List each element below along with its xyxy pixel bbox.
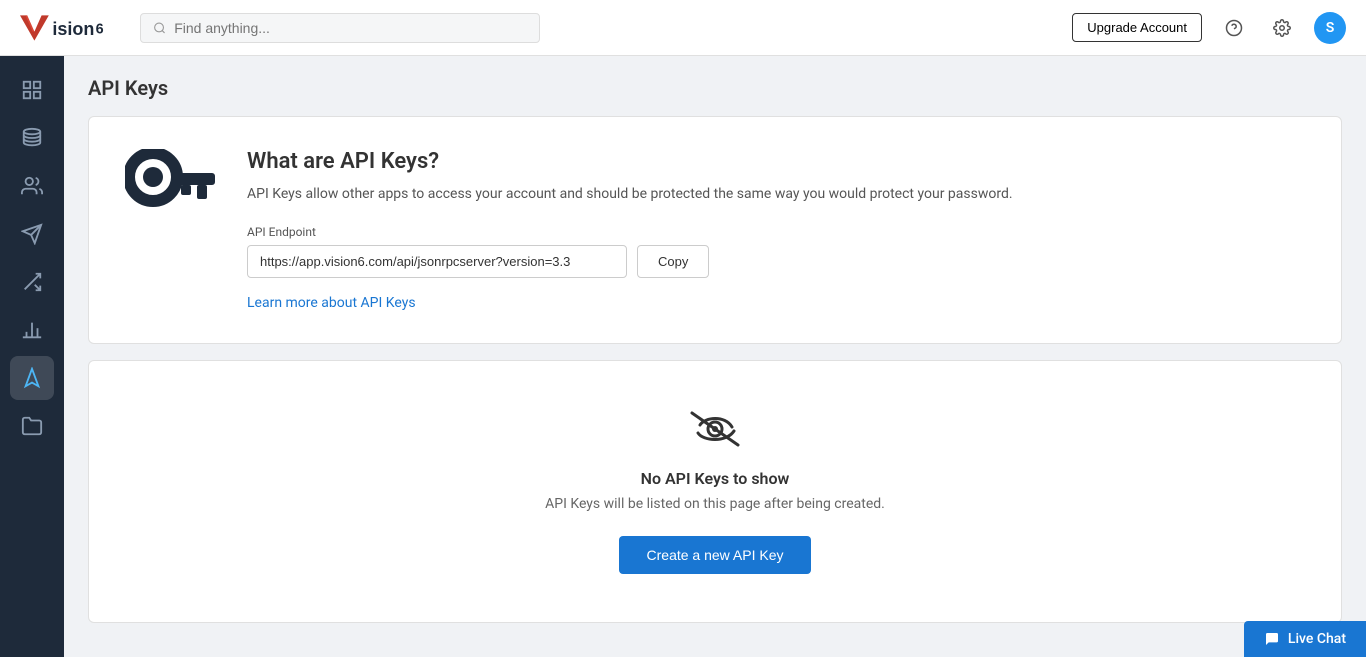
logo[interactable]: ision 6 — [20, 10, 110, 46]
eye-slash-icon — [688, 409, 742, 453]
no-keys-title: No API Keys to show — [641, 469, 790, 488]
svg-text:6: 6 — [96, 21, 104, 37]
copy-button[interactable]: Copy — [637, 245, 709, 278]
help-icon[interactable] — [1218, 12, 1250, 44]
empty-state-card: No API Keys to show API Keys will be lis… — [88, 360, 1342, 623]
endpoint-row: Copy — [247, 245, 1013, 278]
sidebar-item-automations[interactable] — [10, 260, 54, 304]
top-navigation: ision 6 Upgrade Account S — [0, 0, 1366, 56]
live-chat-label: Live Chat — [1288, 631, 1346, 647]
learn-more-link[interactable]: Learn more about API Keys — [247, 295, 416, 311]
page-title: API Keys — [88, 76, 1342, 100]
gear-icon[interactable] — [1266, 12, 1298, 44]
upgrade-account-button[interactable]: Upgrade Account — [1072, 13, 1202, 42]
svg-text:ision: ision — [52, 19, 94, 39]
api-info-details: What are API Keys? API Keys allow other … — [247, 149, 1013, 311]
api-endpoint-input[interactable] — [247, 245, 627, 278]
sidebar-item-files[interactable] — [10, 404, 54, 448]
main-layout: API Keys What are API Keys? API Keys — [0, 56, 1366, 657]
api-info-content: What are API Keys? API Keys allow other … — [125, 149, 1305, 311]
key-icon — [125, 149, 215, 218]
chat-icon — [1264, 631, 1280, 647]
avatar[interactable]: S — [1314, 12, 1346, 44]
create-api-key-button[interactable]: Create a new API Key — [619, 536, 812, 574]
sidebar-item-contacts[interactable] — [10, 116, 54, 160]
api-info-title: What are API Keys? — [247, 149, 1013, 174]
endpoint-label: API Endpoint — [247, 225, 1013, 239]
sidebar-item-campaigns[interactable] — [10, 212, 54, 256]
main-content: API Keys What are API Keys? API Keys — [64, 56, 1366, 657]
live-chat-button[interactable]: Live Chat — [1244, 621, 1366, 657]
api-info-description: API Keys allow other apps to access your… — [247, 184, 1013, 205]
search-icon — [153, 21, 166, 35]
api-info-card: What are API Keys? API Keys allow other … — [88, 116, 1342, 344]
sidebar-item-reports[interactable] — [10, 308, 54, 352]
no-keys-description: API Keys will be listed on this page aft… — [545, 496, 885, 512]
nav-right: Upgrade Account S — [1072, 12, 1346, 44]
search-bar[interactable] — [140, 13, 540, 43]
search-input[interactable] — [174, 20, 527, 36]
sidebar-item-api-keys[interactable] — [10, 356, 54, 400]
sidebar-item-dashboard[interactable] — [10, 68, 54, 112]
sidebar — [0, 56, 64, 657]
sidebar-item-users[interactable] — [10, 164, 54, 208]
